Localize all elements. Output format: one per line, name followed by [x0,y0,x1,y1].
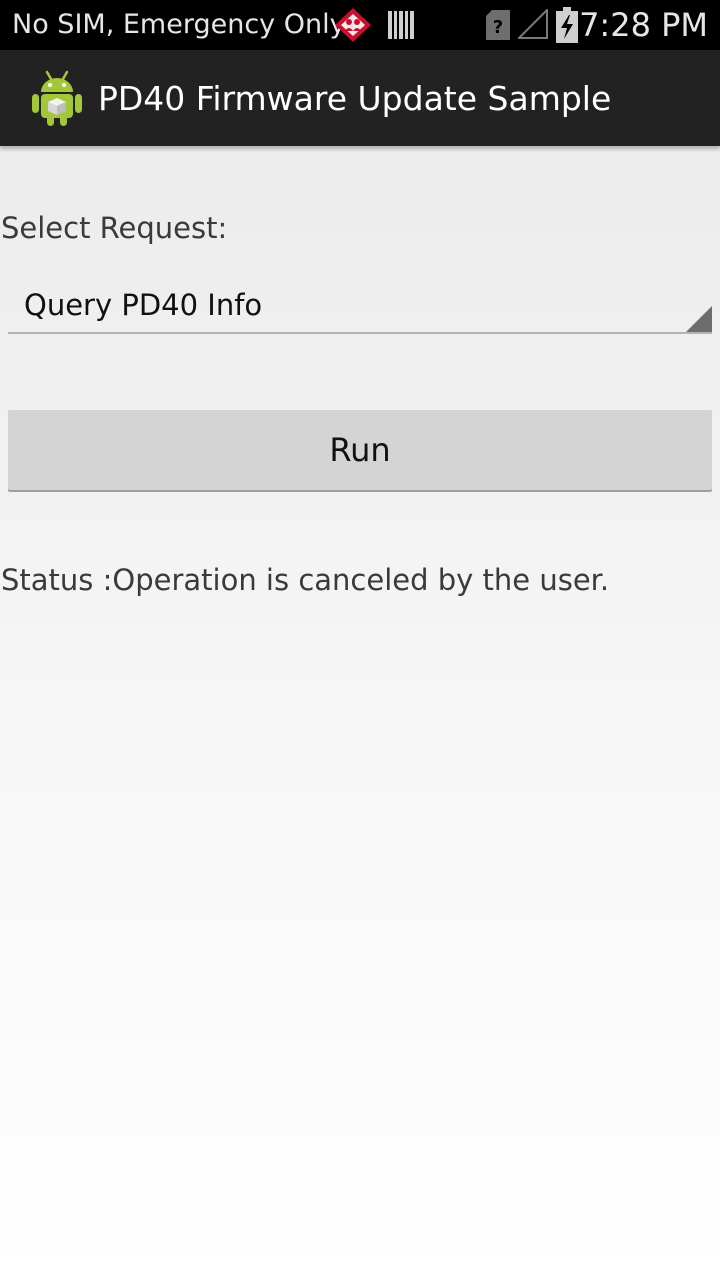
status-text: Status :Operation is canceled by the use… [1,563,610,597]
alert-diamond-icon [335,8,371,42]
app-title: PD40 Firmware Update Sample [98,79,612,118]
android-app-icon [32,70,82,126]
carrier-text: No SIM, Emergency Only [12,9,346,40]
selected-request-value: Query PD40 Info [24,288,263,322]
no-signal-icon [518,9,548,39]
request-spinner[interactable]: Query PD40 Info [8,276,712,334]
select-request-label: Select Request: [1,211,228,245]
run-button[interactable]: Run [8,410,712,490]
svg-text:?: ? [493,17,503,38]
battery-charging-icon [556,7,578,43]
status-bar: No SIM, Emergency Only ? 7:28 PM [0,0,720,50]
barcode-scanner-icon [388,11,414,39]
action-bar: PD40 Firmware Update Sample [0,50,720,146]
clock-text: 7:28 PM [579,6,708,44]
no-sim-icon: ? [486,10,510,40]
dropdown-arrow-icon [686,306,712,332]
